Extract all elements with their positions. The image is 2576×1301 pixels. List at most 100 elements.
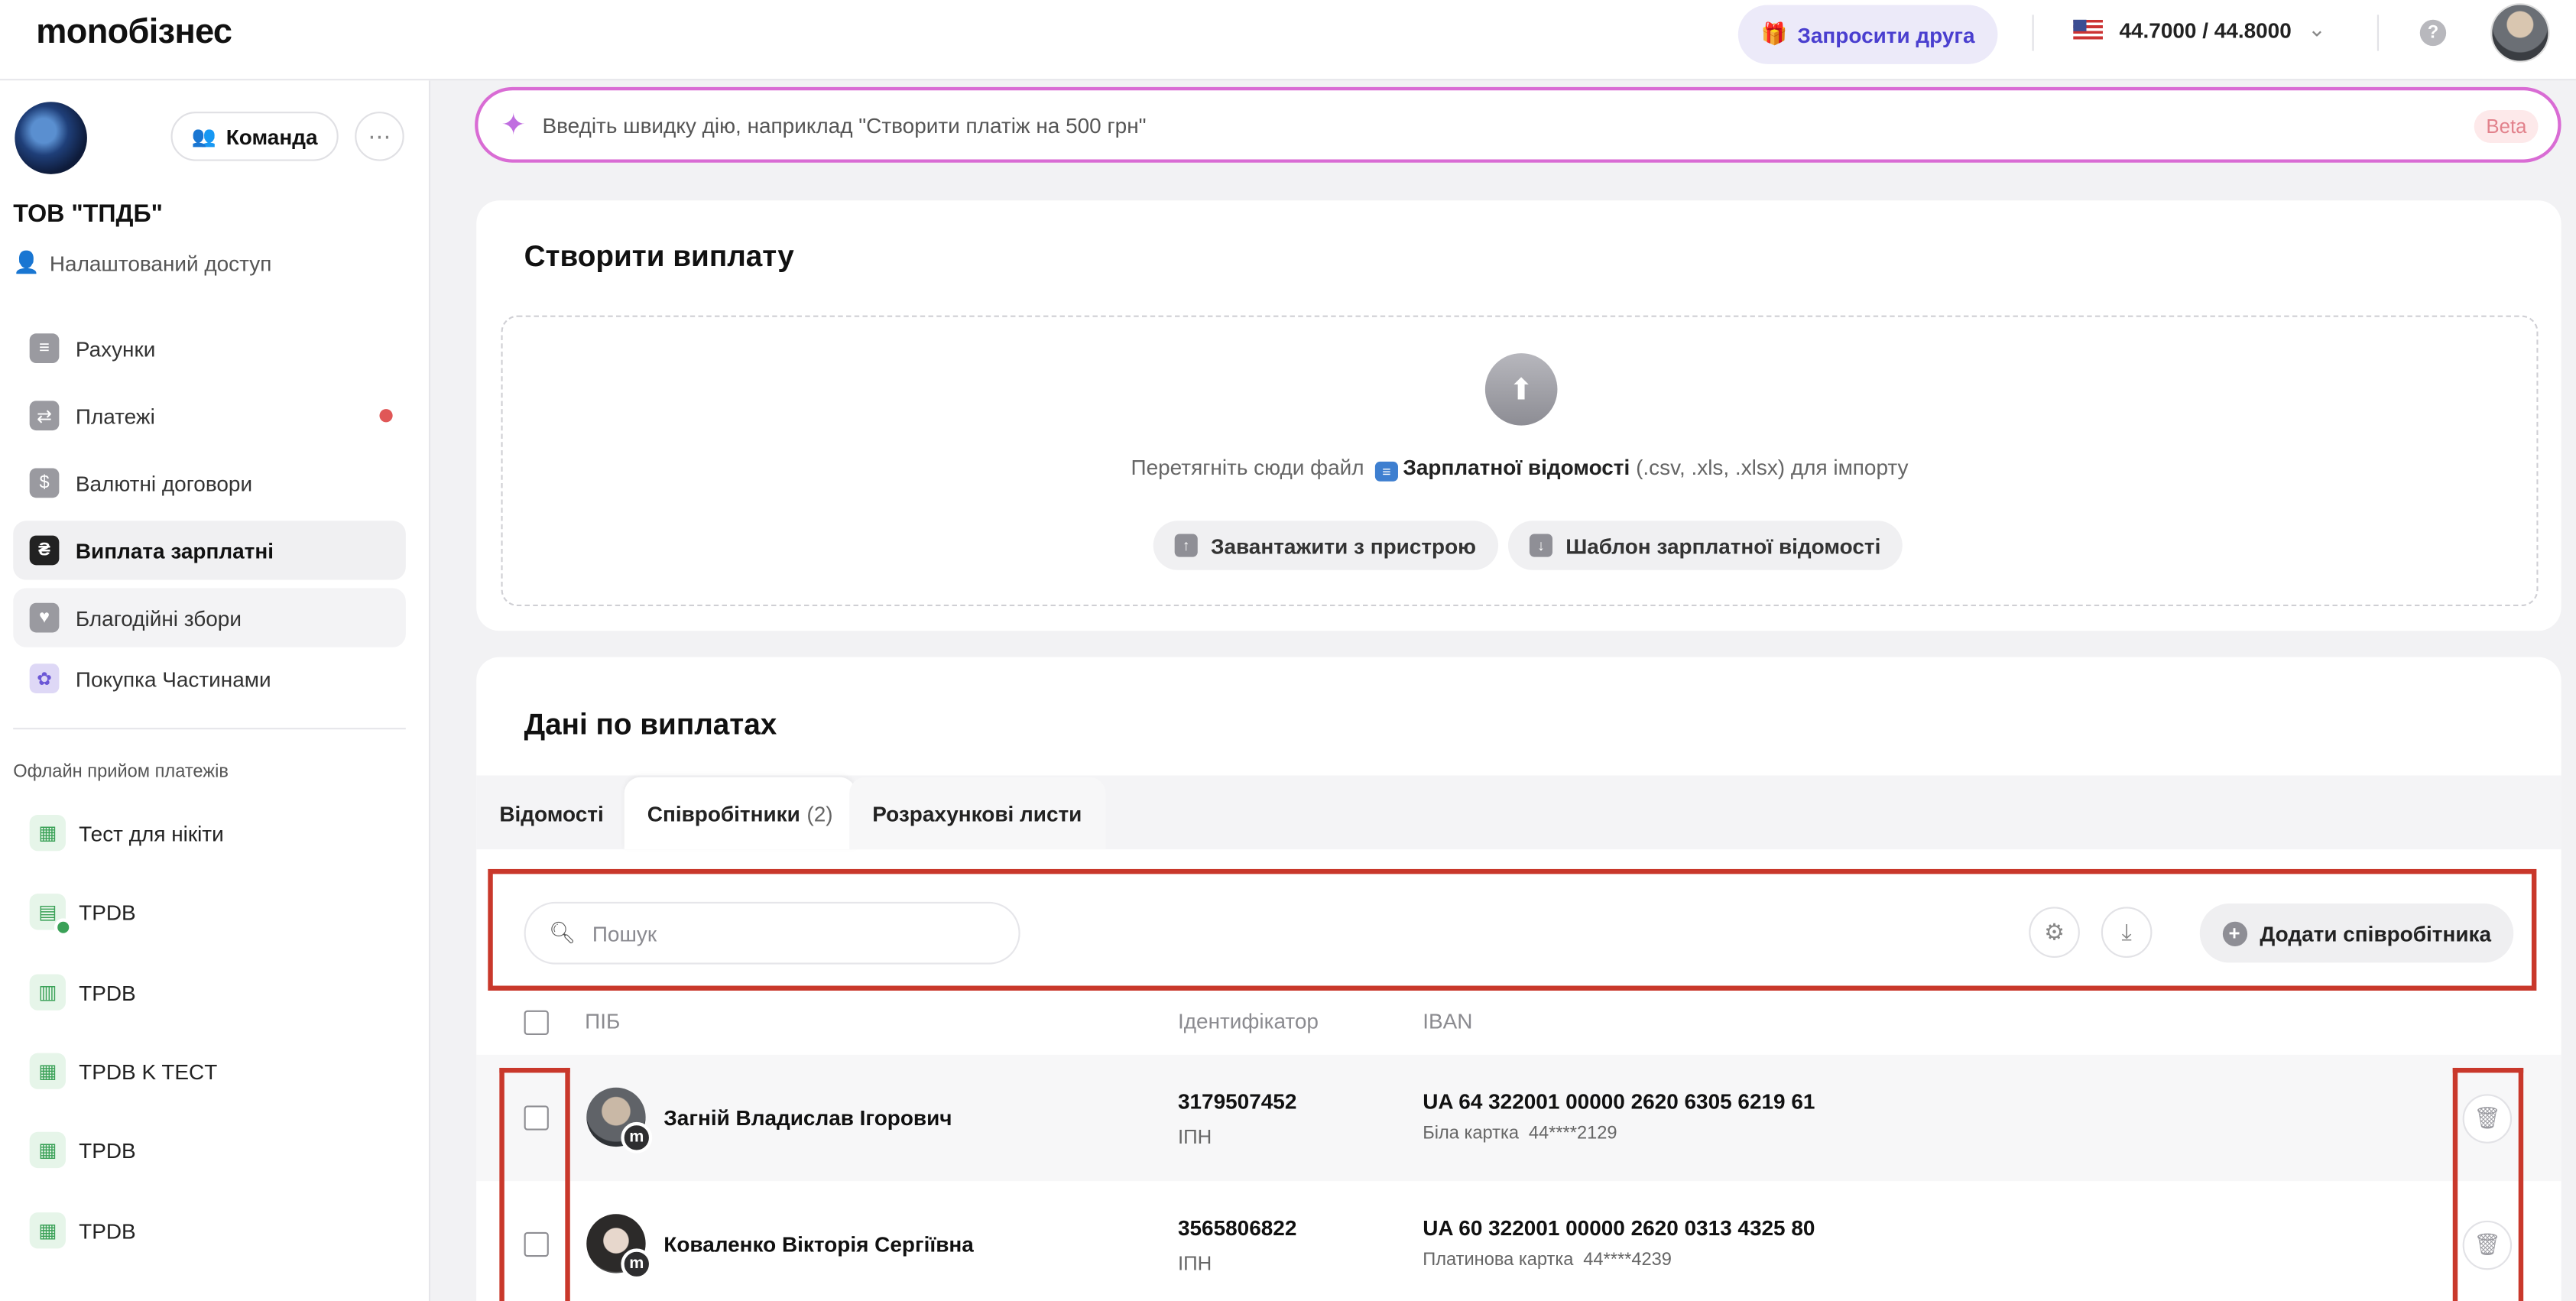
dropzone-text: Перетягніть сюди файл ≡ Зарплатної відомо… [503,455,2537,482]
settings-gear-icon[interactable]: ⚙ [2029,907,2080,958]
heart-hand-icon: ♥ [29,602,60,633]
beta-badge: Beta [2474,109,2539,143]
sidebar-item-label: Виплата зарплатні [75,537,274,563]
gift-icon: 🎁 [1760,21,1788,47]
transfer-icon: ⇄ [29,401,60,431]
m-badge: m [621,1248,653,1280]
sidebar-item-label: Рахунки [75,336,156,361]
sidebar-item-payments[interactable]: ⇄ Платежі [13,386,406,445]
column-header-name: ПІБ [585,1008,621,1033]
team-button[interactable]: 👥 Команда [170,112,339,161]
stack-icon: ≡ [29,333,60,363]
sidebar-item-label: Благодійні збори [75,605,242,631]
org-avatar[interactable] [15,102,87,174]
list-icon: ≡ [1374,461,1398,482]
upload-icon: ↑ [1174,534,1198,557]
terminal-label: TPDB [79,1218,136,1243]
sidebar-item-label: Валютні договори [75,470,253,495]
sidebar-item-accounts[interactable]: ≡ Рахунки [13,319,406,378]
plus-icon: + [2221,920,2247,946]
quick-action-placeholder: Введіть швидку дію, наприклад "Створити … [542,112,1147,138]
section-title: Офлайн прийом платежів [13,762,229,783]
download-template-button[interactable]: ↓ Шаблон зарплатної відомості [1507,521,1903,570]
notification-dot [379,409,393,423]
card-type: Платинова картка [1423,1250,1574,1270]
terminal-label: TPDB [79,979,136,1005]
sidebar-item-label: Платежі [75,403,155,428]
help-icon[interactable]: ? [2419,19,2447,47]
checkbox-column-highlight [499,1067,570,1301]
terminal-label: TPDB [79,1137,136,1163]
user-avatar[interactable] [2490,3,2550,63]
app-root: monoбізнес 🎁 Запросити друга 44.7000 / 4… [0,0,2576,1301]
chevron-down-icon: ⌄ [2308,16,2326,41]
column-header-id: Ідентифікатор [1177,1008,1319,1033]
sidebar-item-terminal[interactable]: ▦ TPDB K TECT [29,1050,407,1092]
sidebar-item-terminal[interactable]: ▤ TPDB [29,891,407,937]
employee-iban: UA 64 322001 00000 2620 6305 6219 61 [1423,1088,1815,1114]
card-mask: 44****2129 [1528,1124,1617,1144]
top-bar: monoбізнес 🎁 Запросити друга 44.7000 / 4… [0,0,2576,81]
file-dropzone[interactable]: ⬆ Перетягніть сюди файл ≡ Зарплатної відо… [501,315,2539,607]
tab-label: Розрахункові листи [872,800,1082,826]
table-row[interactable]: m Загній Владислав Ігорович 3179507452 І… [476,1054,2561,1182]
tab-label: Співробітники [647,800,800,826]
employee-iban: UA 60 322001 00000 2620 0313 4325 80 [1423,1215,1815,1241]
upload-file-icon: ⬆ [1484,353,1558,426]
sidebar-item-salary[interactable]: ₴ Виплата зарплатні [13,521,406,580]
calculator-icon: ▥ [29,974,66,1011]
access-status[interactable]: 👤 Налаштований доступ [13,250,271,276]
download-icon: ↓ [1529,534,1552,557]
terminal-label: TPDB K TECT [79,1059,218,1084]
qr-icon: ▦ [29,1212,66,1249]
invite-friend-button[interactable]: 🎁 Запросити друга [1737,5,1998,64]
download-icon[interactable]: ⤓ [2101,907,2153,958]
sidebar-item-terminal[interactable]: ▥ TPDB [29,971,407,1014]
document-dollar-icon: $ [29,468,60,498]
sidebar-item-charity[interactable]: ♥ Благодійні збори [13,588,406,647]
upload-from-device-button[interactable]: ↑ Завантажити з пристрою [1153,521,1497,570]
divider [2032,15,2034,51]
qr-icon: ▦ [29,1053,66,1089]
tab-employees[interactable]: Співробітники (2) [624,777,856,850]
team-label: Команда [225,124,318,149]
access-label: Налаштований доступ [49,250,272,275]
terminal-label: Тест для нікіти [79,820,224,845]
employee-id-label: ІПН [1177,1251,1212,1275]
more-options-icon[interactable]: ⋯ [355,112,404,161]
currency-rate-selector[interactable]: 44.7000 / 44.8000 ⌄ [2073,16,2326,42]
currency-rate: 44.7000 / 44.8000 [2119,17,2292,42]
employee-id: 3565806822 [1177,1215,1297,1241]
create-payout-title: Створити виплату [524,239,794,273]
sidebar-item-terminal[interactable]: ▦ TPDB [29,1209,407,1252]
search-icon: 🔍︎ [548,920,576,945]
logo[interactable]: monoбізнес [36,13,232,53]
employee-id-label: ІПН [1177,1125,1212,1149]
sidebar-item-currency-contracts[interactable]: $ Валютні договори [13,453,406,512]
tab-label: Відомості [499,800,604,826]
qr-icon: ▦ [29,1131,66,1169]
card-type: Біла картка [1423,1124,1519,1144]
sidebar-item-label: Покупка Частинами [75,666,271,691]
search-input[interactable]: 🔍︎ Пошук [524,901,1020,965]
template-label: Шаблон зарплатної відомості [1565,533,1881,558]
add-employee-button[interactable]: + Додати співробітника [2199,904,2514,963]
tab-statements[interactable]: Відомості [476,777,627,850]
employee-card: Біла картка 44****2129 [1423,1124,1617,1144]
tab-payslips[interactable]: Розрахункові листи [849,777,1105,850]
sidebar-item-installments[interactable]: ✿ Покупка Частинами [13,649,406,708]
select-all-checkbox[interactable] [524,1010,549,1035]
divider [13,728,406,730]
android-badge-icon [54,918,73,937]
delete-column-highlight [2452,1067,2524,1301]
qr-icon: ▦ [29,815,66,852]
column-header-iban: IBAN [1423,1008,1473,1033]
sidebar-item-terminal[interactable]: ▦ TPDB [29,1129,407,1172]
quick-action-input[interactable]: ✦ Введіть швидку дію, наприклад "Створит… [475,86,2561,163]
terminal-icon: ▤ [29,894,73,937]
employee-card: Платинова картка 44****4239 [1423,1251,1672,1270]
tab-count: (2) [806,800,833,826]
table-row[interactable]: m Коваленко Вікторія Сергіївна 356580682… [476,1181,2561,1301]
salary-icon: ₴ [29,535,60,566]
sidebar-item-terminal[interactable]: ▦ Тест для нікіти [29,812,407,855]
